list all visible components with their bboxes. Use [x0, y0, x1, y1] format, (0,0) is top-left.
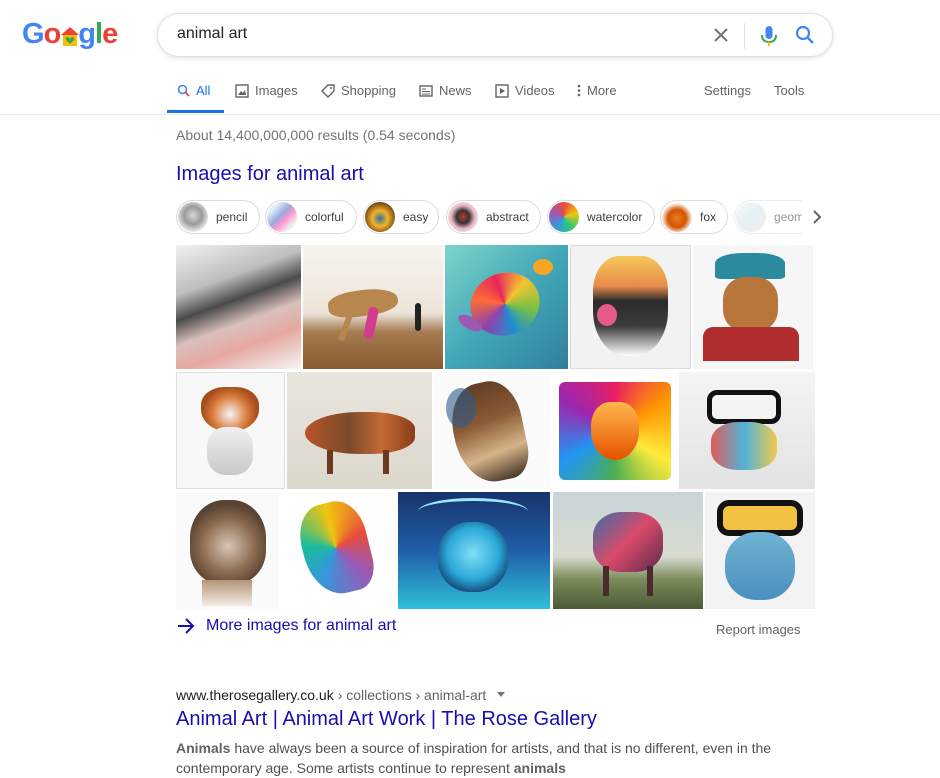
search-icon[interactable] — [794, 24, 816, 51]
snippet-text: have always been a source of inspiration… — [230, 740, 771, 756]
settings-link[interactable]: Settings — [704, 83, 751, 98]
more-vertical-icon — [577, 84, 581, 97]
news-icon — [419, 85, 433, 97]
report-images-link[interactable]: Report images — [716, 622, 801, 637]
tools-link[interactable]: Tools — [774, 83, 804, 98]
chip-thumbnail — [549, 202, 579, 232]
caret-down-icon[interactable] — [494, 690, 508, 700]
tab-label: More — [587, 83, 617, 98]
image-result-lion[interactable] — [553, 372, 677, 489]
logo-letter: G — [22, 18, 44, 51]
result-snippet: Animals have always been a source of ins… — [176, 738, 776, 778]
search-icon — [177, 84, 190, 97]
play-icon — [495, 84, 509, 98]
chip-label: fox — [700, 210, 728, 224]
chip-thumbnail — [736, 202, 766, 232]
tab-label: Images — [255, 83, 298, 98]
image-result-turtle[interactable] — [445, 245, 568, 369]
logo-house-icon — [60, 24, 78, 46]
chip-easy[interactable]: easy — [363, 200, 439, 234]
chip-label: watercolor — [587, 210, 654, 224]
google-logo[interactable]: G o g l e — [22, 18, 117, 51]
logo-letter: e — [102, 18, 117, 51]
chip-label: abstract — [486, 210, 541, 224]
image-result-cat-glasses[interactable] — [679, 372, 815, 489]
logo-letter: l — [95, 18, 102, 51]
chip-label: pencil — [216, 210, 259, 224]
chip-colorful[interactable]: colorful — [265, 200, 357, 234]
tag-icon — [321, 84, 335, 98]
tab-all[interactable]: All — [177, 83, 210, 98]
chip-thumbnail — [178, 202, 208, 232]
image-result-cow[interactable] — [176, 245, 301, 369]
more-images-link[interactable]: More images for animal art — [176, 617, 396, 635]
search-box[interactable] — [157, 13, 833, 57]
microphone-icon[interactable] — [758, 24, 780, 53]
image-result-deer[interactable] — [398, 492, 550, 609]
result-path: › collections › animal-art — [338, 687, 487, 703]
image-result-horse-rider[interactable] — [553, 492, 703, 609]
chevron-right-icon[interactable] — [809, 208, 825, 231]
active-tab-indicator — [167, 110, 224, 113]
snippet-bold: Animals — [176, 740, 230, 756]
tab-label: Videos — [515, 83, 555, 98]
image-result-horse[interactable] — [434, 372, 551, 489]
search-divider — [744, 23, 745, 49]
chip-pencil[interactable]: pencil — [176, 200, 260, 234]
result-title-link[interactable]: Animal Art | Animal Art Work | The Rose … — [176, 708, 597, 731]
image-result-bull-sunset[interactable] — [570, 245, 691, 369]
image-result-dog-sculpture[interactable] — [303, 245, 443, 369]
chip-thumbnail — [448, 202, 478, 232]
chip-geom[interactable]: geom — [734, 200, 802, 234]
image-result-fox-forest[interactable] — [287, 372, 432, 489]
result-domain: www.therosegallery.co.uk — [176, 687, 334, 703]
images-section-title[interactable]: Images for animal art — [176, 163, 364, 186]
chip-label: easy — [403, 210, 440, 224]
tab-more[interactable]: More — [577, 83, 617, 98]
image-icon — [235, 84, 249, 98]
chip-fox[interactable]: fox — [660, 200, 728, 234]
arrow-right-icon — [176, 617, 196, 635]
result-stats: About 14,400,000,000 results (0.54 secon… — [176, 127, 455, 143]
image-result-giraffe[interactable] — [281, 492, 393, 609]
chip-thumbnail — [365, 202, 395, 232]
logo-letter: g — [78, 18, 95, 51]
image-result-frog-glasses[interactable] — [705, 492, 815, 609]
clear-icon[interactable] — [710, 24, 732, 46]
tab-videos[interactable]: Videos — [495, 83, 555, 98]
search-input[interactable] — [177, 25, 677, 43]
chip-watercolor[interactable]: watercolor — [547, 200, 655, 234]
chip-abstract[interactable]: abstract — [446, 200, 541, 234]
image-result-dog-hat[interactable] — [693, 245, 813, 369]
logo-letter: o — [44, 18, 61, 51]
image-result-bear[interactable] — [176, 492, 279, 609]
search-tabs: All Images Shopping News Videos More Set… — [0, 70, 940, 115]
tab-shopping[interactable]: Shopping — [321, 83, 396, 98]
result-breadcrumb: www.therosegallery.co.uk › collections ›… — [176, 687, 508, 703]
chip-thumbnail — [267, 202, 297, 232]
snippet-text: contemporary age. Some artists continue … — [176, 760, 514, 776]
chip-label: geom — [774, 210, 802, 224]
tab-news[interactable]: News — [419, 83, 472, 98]
image-result-fox-sitting[interactable] — [176, 372, 285, 489]
chip-label: colorful — [305, 210, 356, 224]
tab-images[interactable]: Images — [235, 83, 298, 98]
tab-label: News — [439, 83, 472, 98]
tab-label: Shopping — [341, 83, 396, 98]
more-images-label: More images for animal art — [206, 617, 396, 635]
chip-thumbnail — [662, 202, 692, 232]
tab-label: All — [196, 83, 210, 98]
snippet-bold: animals — [514, 760, 566, 776]
